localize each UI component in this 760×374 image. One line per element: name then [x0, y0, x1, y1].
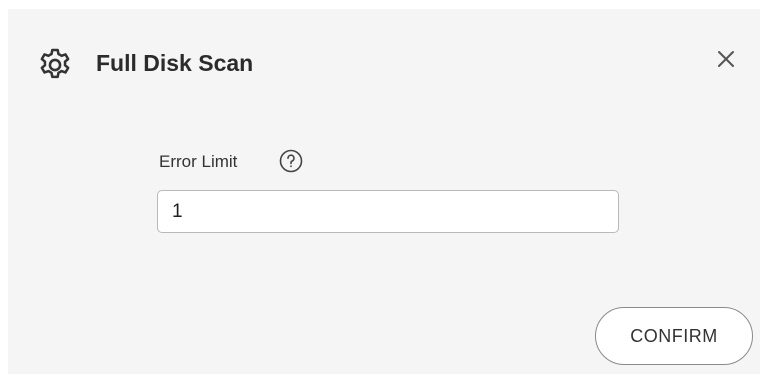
gear-icon [36, 46, 74, 84]
dialog-title: Full Disk Scan [96, 50, 254, 76]
error-limit-label: Error Limit [159, 152, 238, 171]
error-limit-input[interactable] [157, 190, 619, 233]
close-icon[interactable] [708, 41, 744, 77]
full-disk-scan-dialog: Full Disk Scan Error Limit CONFIRM [8, 9, 760, 374]
dialog-header: Full Disk Scan [8, 9, 760, 109]
confirm-button[interactable]: CONFIRM [595, 307, 753, 365]
help-icon[interactable] [278, 148, 304, 174]
